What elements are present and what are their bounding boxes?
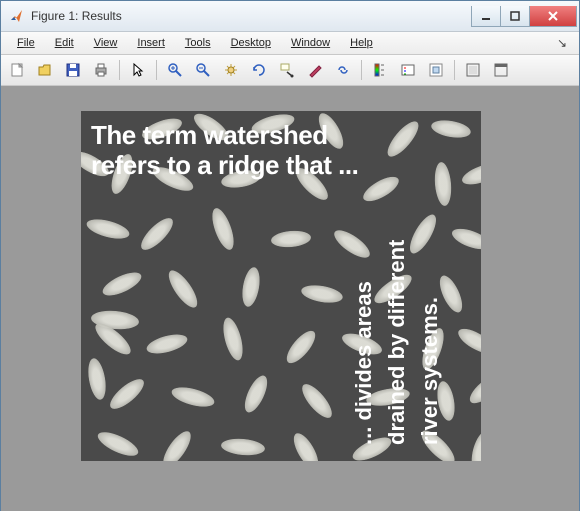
menu-help[interactable]: Help xyxy=(340,35,383,51)
rice-grain xyxy=(208,206,238,253)
link-button[interactable] xyxy=(331,58,355,82)
toolbar-separator xyxy=(454,60,455,80)
rice-grain xyxy=(430,118,472,141)
rice-grain xyxy=(300,282,344,305)
menu-tools[interactable]: Tools xyxy=(175,35,221,51)
menu-view[interactable]: View xyxy=(84,35,128,51)
overlay-text-top: The term watershed refers to a ridge tha… xyxy=(91,121,358,181)
rice-grain xyxy=(455,324,481,358)
overlay-line1: The term watershed xyxy=(91,120,328,150)
maximize-button[interactable] xyxy=(500,6,530,27)
rice-grain xyxy=(282,327,320,368)
open-button[interactable] xyxy=(33,58,57,82)
rice-grain xyxy=(170,384,217,411)
menu-file[interactable]: File xyxy=(7,35,45,51)
menubar: File Edit View Insert Tools Desktop Wind… xyxy=(1,32,579,55)
rice-grain xyxy=(289,430,323,461)
hide-tools-button[interactable] xyxy=(461,58,485,82)
colorbar-button[interactable] xyxy=(368,58,392,82)
menu-edit[interactable]: Edit xyxy=(45,35,84,51)
rice-grain xyxy=(240,372,271,415)
brush-button[interactable] xyxy=(303,58,327,82)
rice-grain xyxy=(158,427,195,461)
axes: The term watershed refers to a ridge tha… xyxy=(81,111,481,461)
rice-grain xyxy=(405,211,441,257)
matlab-icon xyxy=(9,8,25,24)
zoom-out-button[interactable] xyxy=(191,58,215,82)
rice-grain xyxy=(240,266,263,308)
rice-grain xyxy=(106,374,148,413)
overlay-text-side-1: ... divides areas xyxy=(351,281,377,445)
rice-grain xyxy=(145,331,190,357)
rice-grain xyxy=(100,268,145,300)
pan-button[interactable] xyxy=(219,58,243,82)
menu-tail-icon[interactable]: ↘ xyxy=(551,34,573,52)
rice-grain xyxy=(360,172,403,206)
overlay-text-side-3: river systems. xyxy=(417,297,443,445)
rice-grain xyxy=(85,357,108,401)
rice-grain xyxy=(220,316,247,363)
rice-grain xyxy=(164,266,202,311)
window-title: Figure 1: Results xyxy=(31,9,472,23)
legend-button[interactable] xyxy=(396,58,420,82)
data-cursor-button[interactable] xyxy=(275,58,299,82)
rotate-button[interactable] xyxy=(247,58,271,82)
rice-grain xyxy=(220,437,265,457)
rice-grain xyxy=(95,427,142,460)
close-button[interactable] xyxy=(529,6,577,27)
minimize-button[interactable] xyxy=(471,6,501,27)
zoom-in-button[interactable] xyxy=(163,58,187,82)
rice-grain xyxy=(85,216,132,243)
new-figure-button[interactable] xyxy=(5,58,29,82)
rice-grain xyxy=(460,159,481,188)
rice-grain xyxy=(270,229,311,248)
overlay-line2: refers to a ridge that ... xyxy=(91,150,358,180)
toolbar xyxy=(1,55,579,86)
dock-button[interactable] xyxy=(489,58,513,82)
figure-window: Figure 1: Results File Edit View Insert … xyxy=(0,0,580,511)
toolbar-separator xyxy=(361,60,362,80)
rice-grain xyxy=(433,161,453,206)
titlebar: Figure 1: Results xyxy=(1,1,579,32)
rice-grain xyxy=(383,117,424,161)
figure-canvas[interactable]: The term watershed refers to a ridge tha… xyxy=(1,86,579,511)
toolbar-separator xyxy=(119,60,120,80)
menu-desktop[interactable]: Desktop xyxy=(221,35,281,51)
rice-grain xyxy=(466,370,481,408)
menu-window[interactable]: Window xyxy=(281,35,340,51)
rice-grain xyxy=(468,430,481,461)
rice-grain xyxy=(449,225,481,254)
menu-insert[interactable]: Insert xyxy=(127,35,175,51)
print-button[interactable] xyxy=(89,58,113,82)
rice-grain xyxy=(297,380,336,422)
insert-button[interactable] xyxy=(424,58,448,82)
rice-grain xyxy=(136,213,177,254)
rice-grain xyxy=(330,225,374,262)
window-controls xyxy=(472,6,577,26)
save-button[interactable] xyxy=(61,58,85,82)
overlay-text-side-2: drained by different xyxy=(384,239,410,444)
pointer-button[interactable] xyxy=(126,58,150,82)
toolbar-separator xyxy=(156,60,157,80)
